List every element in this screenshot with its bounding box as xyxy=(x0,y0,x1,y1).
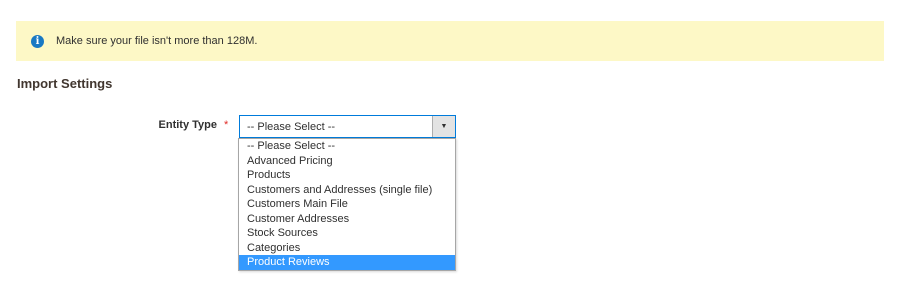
entity-type-label: Entity Type xyxy=(158,119,217,131)
file-size-notice: i Make sure your file isn't more than 12… xyxy=(16,21,884,61)
option-customers-and-addresses[interactable]: Customers and Addresses (single file) xyxy=(239,183,455,198)
required-marker: * xyxy=(224,119,229,131)
option-advanced-pricing[interactable]: Advanced Pricing xyxy=(239,154,455,169)
option-please-select[interactable]: -- Please Select -- xyxy=(239,139,455,154)
entity-type-selected-value: -- Please Select -- xyxy=(247,120,336,133)
option-products[interactable]: Products xyxy=(239,168,455,183)
option-categories[interactable]: Categories xyxy=(239,241,455,256)
entity-type-select[interactable]: -- Please Select -- ▼ xyxy=(239,115,456,138)
option-product-reviews[interactable]: Product Reviews xyxy=(239,255,455,270)
option-stock-sources[interactable]: Stock Sources xyxy=(239,226,455,241)
import-page: i Make sure your file isn't more than 12… xyxy=(0,0,905,307)
option-customer-addresses[interactable]: Customer Addresses xyxy=(239,212,455,227)
option-customers-main-file[interactable]: Customers Main File xyxy=(239,197,455,212)
section-title: Import Settings xyxy=(17,76,113,91)
info-icon: i xyxy=(31,34,44,48)
entity-type-dropdown: -- Please Select -- Advanced Pricing Pro… xyxy=(238,138,456,271)
notice-text: Make sure your file isn't more than 128M… xyxy=(56,35,258,47)
chevron-down-icon[interactable]: ▼ xyxy=(432,116,455,137)
